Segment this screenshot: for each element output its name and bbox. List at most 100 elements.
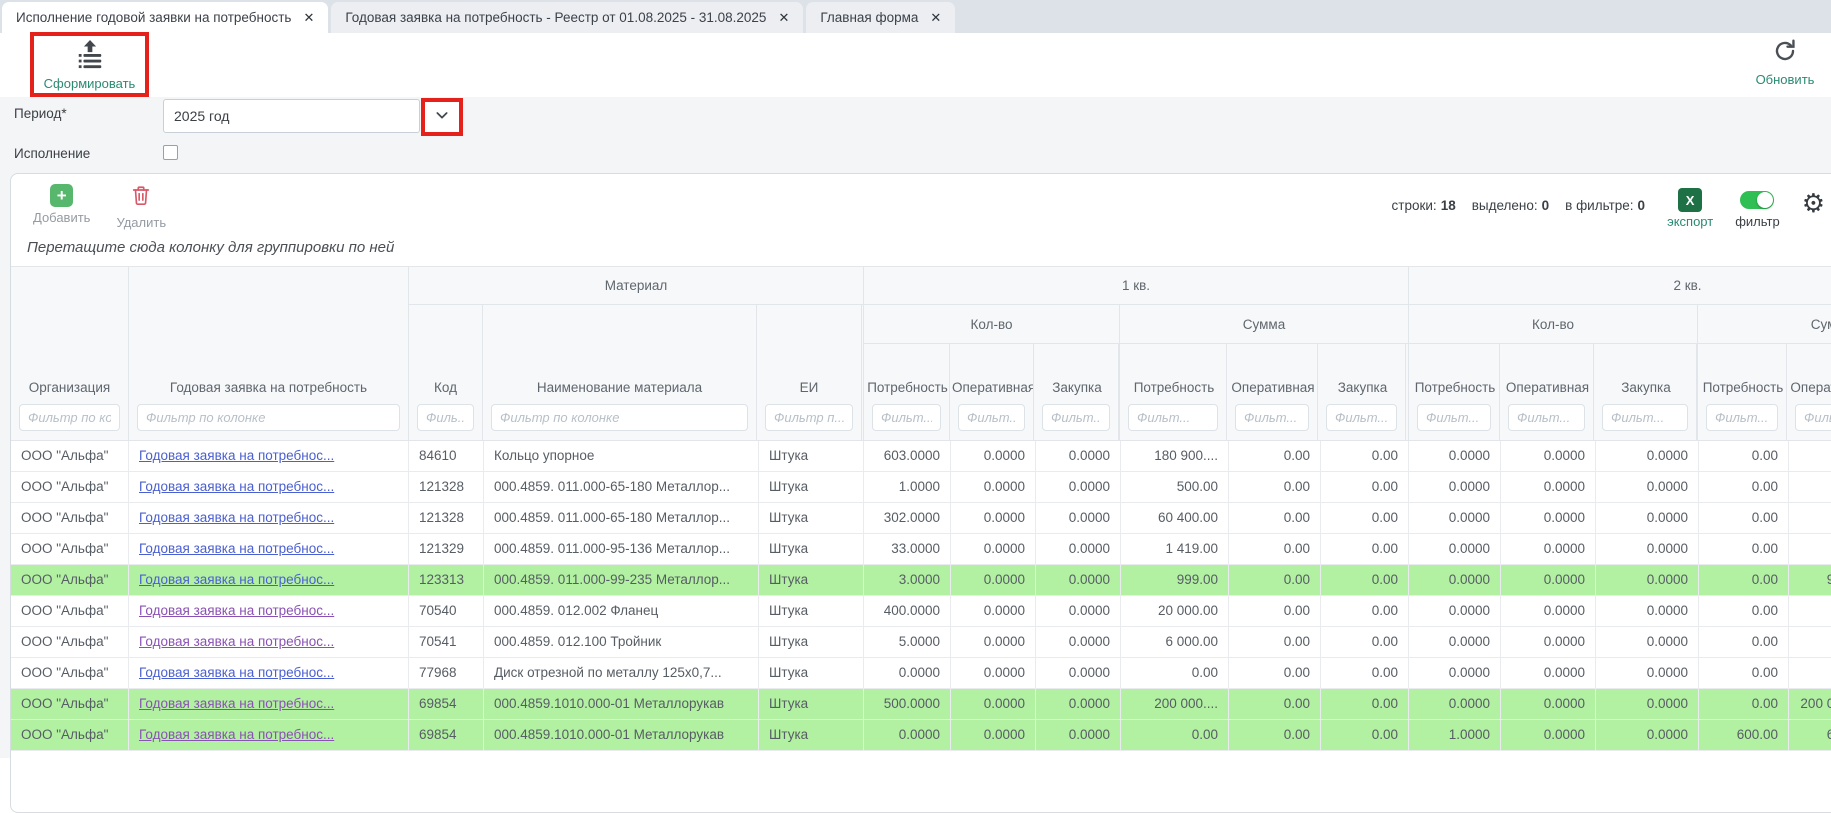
close-icon[interactable]: ✕ (930, 10, 941, 26)
filter-input[interactable] (137, 404, 400, 431)
settings-gear-icon[interactable]: ⚙ (1802, 188, 1825, 216)
cell-value[interactable]: 0.0000 (1501, 627, 1596, 657)
cell-value[interactable]: 0.00 (1321, 503, 1409, 533)
cell-value[interactable]: 0.0000 (951, 472, 1036, 502)
table-row[interactable]: ООО "Альфа"Годовая заявка на потребнос..… (11, 441, 1831, 472)
cell-unit[interactable]: Штука (759, 534, 864, 564)
filter-input[interactable] (491, 404, 748, 431)
filter-input[interactable] (872, 404, 941, 431)
cell-value[interactable]: 0.00 (1699, 565, 1789, 595)
column-header-Закупка[interactable]: Закупка (1594, 344, 1697, 440)
cell-material-name[interactable]: 000.4859. 011.000-65-180 Металлор... (484, 503, 759, 533)
cell-material-name[interactable]: 000.4859. 011.000-99-235 Металлор... (484, 565, 759, 595)
group-header-quarter[interactable]: 1 кв. (864, 267, 1408, 305)
cell-value[interactable]: 0.00 (1229, 534, 1321, 564)
close-icon[interactable]: ✕ (778, 10, 789, 26)
table-row[interactable]: ООО "Альфа"Годовая заявка на потребнос..… (11, 596, 1831, 627)
cell-material-name[interactable]: Диск отрезной по металлу 125х0,7... (484, 658, 759, 688)
cell-value[interactable]: 0.0000 (1036, 565, 1121, 595)
cell-value[interactable]: 603.0000 (864, 441, 951, 471)
cell-value[interactable]: 3.0000 (864, 565, 951, 595)
column-header-Наименование материала[interactable]: Наименование материала (483, 305, 757, 440)
cell-value[interactable]: 0.0000 (1036, 720, 1121, 750)
cell-value[interactable]: 0.0000 (951, 689, 1036, 719)
cell-value[interactable]: 0.00 (1699, 689, 1789, 719)
toggle-switch-on[interactable] (1740, 191, 1774, 209)
cell-value[interactable] (1789, 627, 1831, 657)
cell-org[interactable]: ООО "Альфа" (11, 596, 129, 626)
cell-value[interactable]: 0.0000 (951, 627, 1036, 657)
filter-input[interactable] (1235, 404, 1309, 431)
cell-code[interactable]: 70540 (409, 596, 484, 626)
cell-value[interactable]: 0.00 (1321, 534, 1409, 564)
cell-value[interactable]: 60 400.00 (1121, 503, 1229, 533)
cell-request[interactable]: Годовая заявка на потребнос... (129, 627, 409, 657)
filter-input[interactable] (765, 404, 853, 431)
annual-request-link[interactable]: Годовая заявка на потребнос... (139, 441, 398, 470)
annual-request-link[interactable]: Годовая заявка на потребнос... (139, 627, 398, 656)
column-header-Организация[interactable]: Организация (11, 267, 129, 440)
refresh-button[interactable]: Обновить (1742, 38, 1828, 88)
add-button[interactable]: + Добавить (33, 184, 90, 230)
subgroup-header[interactable]: Кол-во (1409, 305, 1697, 344)
cell-value[interactable] (1789, 534, 1831, 564)
cell-value[interactable]: 0.00 (1229, 658, 1321, 688)
filter-input[interactable] (958, 404, 1025, 431)
cell-request[interactable]: Годовая заявка на потребнос... (129, 689, 409, 719)
filter-input[interactable] (1706, 404, 1778, 431)
cell-value[interactable]: 0.0000 (1036, 472, 1121, 502)
annual-request-link[interactable]: Годовая заявка на потребнос... (139, 565, 398, 594)
cell-code[interactable]: 121328 (409, 472, 484, 502)
filter-input[interactable] (1508, 404, 1585, 431)
cell-value[interactable] (1789, 472, 1831, 502)
cell-request[interactable]: Годовая заявка на потребнос... (129, 441, 409, 471)
column-header-Оперативная[interactable]: Оперативная (1227, 344, 1318, 440)
cell-value[interactable]: 0.0000 (1409, 689, 1501, 719)
cell-value[interactable]: 302.0000 (864, 503, 951, 533)
filter-input[interactable] (1795, 404, 1831, 431)
cell-value[interactable]: 0.00 (1229, 689, 1321, 719)
cell-value[interactable]: 0.0000 (1596, 534, 1699, 564)
cell-value[interactable] (1789, 441, 1831, 471)
execution-checkbox[interactable] (163, 145, 178, 160)
cell-value[interactable]: 20 000.00 (1121, 596, 1229, 626)
cell-unit[interactable]: Штука (759, 596, 864, 626)
filter-input[interactable] (417, 404, 474, 431)
group-header-quarter[interactable]: 2 кв. (1409, 267, 1831, 305)
column-header-ЕИ[interactable]: ЕИ (757, 305, 862, 440)
cell-value[interactable]: 0.00 (1321, 720, 1409, 750)
cell-value[interactable]: 200 000.00 (1789, 689, 1831, 719)
cell-value[interactable]: 180 900.... (1121, 441, 1229, 471)
cell-request[interactable]: Годовая заявка на потребнос... (129, 658, 409, 688)
tab-annual-request-registry[interactable]: Годовая заявка на потребность - Реестр о… (331, 2, 803, 33)
column-header-Потребность[interactable]: Потребность (1409, 344, 1500, 440)
cell-value[interactable]: 0.0000 (864, 720, 951, 750)
cell-org[interactable]: ООО "Альфа" (11, 503, 129, 533)
cell-value[interactable]: 0.0000 (1409, 472, 1501, 502)
annual-request-link[interactable]: Годовая заявка на потребнос... (139, 689, 398, 718)
filter-input[interactable] (1042, 404, 1110, 431)
cell-org[interactable]: ООО "Альфа" (11, 658, 129, 688)
cell-value[interactable]: 5.0000 (864, 627, 951, 657)
cell-value[interactable]: 0.0000 (951, 720, 1036, 750)
cell-request[interactable]: Годовая заявка на потребнос... (129, 534, 409, 564)
cell-value[interactable]: 0.00 (1699, 441, 1789, 471)
cell-value[interactable]: 0.0000 (1036, 441, 1121, 471)
cell-value[interactable] (1789, 658, 1831, 688)
cell-value[interactable]: 6 000.00 (1121, 627, 1229, 657)
cell-code[interactable]: 84610 (409, 441, 484, 471)
export-excel-button[interactable]: X экспорт (1667, 188, 1713, 229)
cell-value[interactable]: 1 419.00 (1121, 534, 1229, 564)
column-header-Потребность[interactable]: Потребность (1698, 344, 1787, 440)
cell-value[interactable]: 0.00 (1321, 472, 1409, 502)
generate-button[interactable]: Сформировать (30, 32, 149, 97)
column-header-Оперативная[interactable]: Оперативная (950, 344, 1034, 440)
column-header-Потребность[interactable]: Потребность (1120, 344, 1227, 440)
cell-value[interactable]: 0.0000 (1501, 720, 1596, 750)
cell-unit[interactable]: Штука (759, 627, 864, 657)
subgroup-header[interactable]: Сумма (1698, 305, 1831, 344)
cell-value[interactable]: 0.00 (1321, 689, 1409, 719)
cell-value[interactable]: 0.00 (1229, 565, 1321, 595)
cell-value[interactable]: 0.0000 (1596, 627, 1699, 657)
cell-value[interactable]: 0.0000 (1036, 627, 1121, 657)
